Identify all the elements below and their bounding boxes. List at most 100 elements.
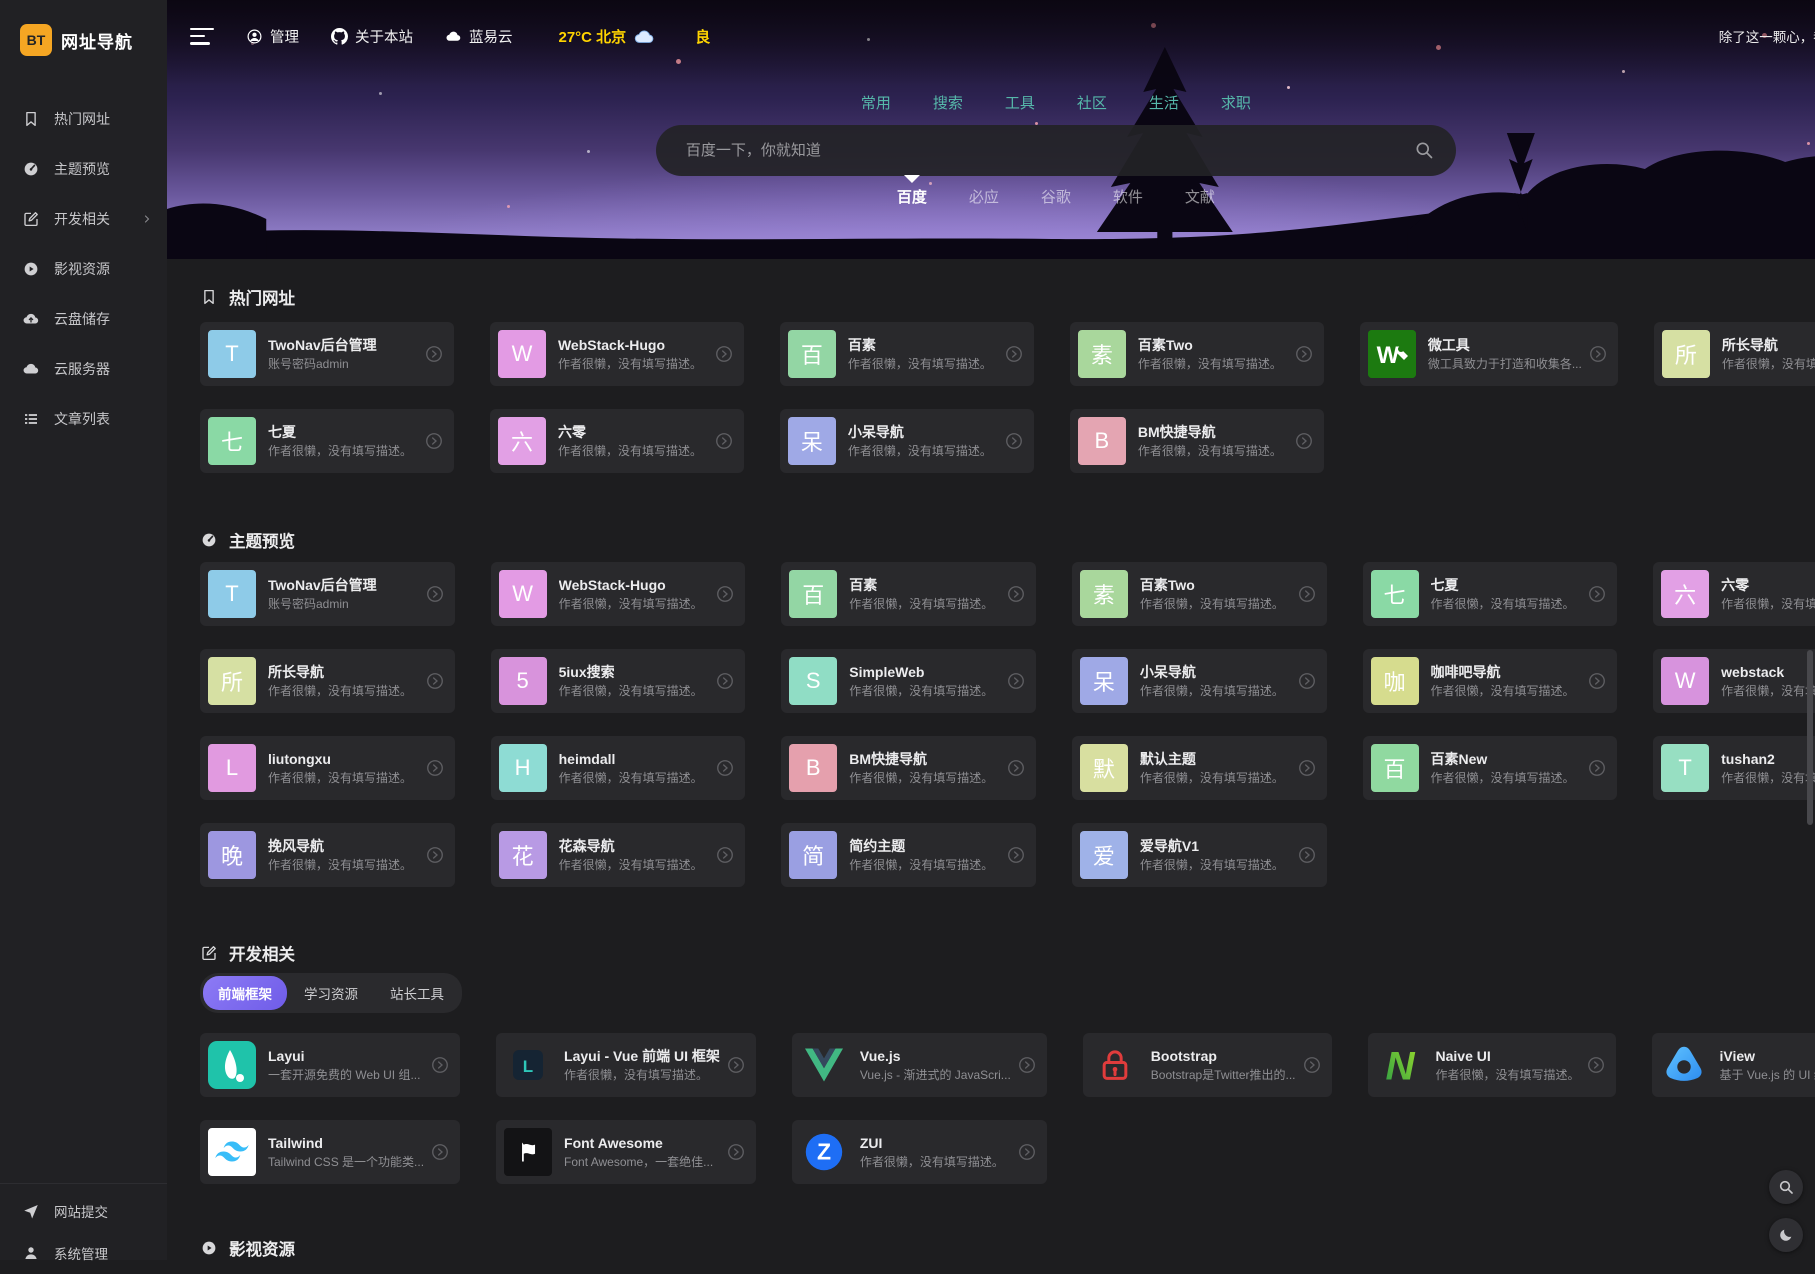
open-link-icon[interactable] [430,1055,450,1075]
open-link-icon[interactable] [726,1055,746,1075]
site-card[interactable]: LLayui - Vue 前端 UI 框架作者很懒，没有填写描述。 [496,1033,756,1097]
site-card[interactable]: BootstrapBootstrap是Twitter推出的... [1083,1033,1332,1097]
site-card[interactable]: WWebStack-Hugo作者很懒，没有填写描述。 [490,322,744,386]
dev-tab-前端框架[interactable]: 前端框架 [203,976,287,1010]
topbar-item-管理[interactable]: 管理 [246,26,299,47]
site-card[interactable]: Lliutongxu作者很懒，没有填写描述。 [200,736,455,800]
open-link-icon[interactable] [424,431,444,451]
site-card[interactable]: BBM快捷导航作者很懒，没有填写描述。 [1070,409,1324,473]
site-card[interactable]: 百百素New作者很懒，没有填写描述。 [1363,736,1618,800]
site-card[interactable]: 六六零作者很懒，没有填写描述。 [1653,562,1815,626]
open-link-icon[interactable] [1006,758,1026,778]
engine-tab-文献[interactable]: 文献 [1185,186,1215,207]
site-card[interactable]: 晚挽风导航作者很懒，没有填写描述。 [200,823,455,887]
open-link-icon[interactable] [1297,584,1317,604]
site-card[interactable]: 默默认主题作者很懒，没有填写描述。 [1072,736,1327,800]
open-link-icon[interactable] [726,1142,746,1162]
open-link-icon[interactable] [1587,584,1607,604]
open-link-icon[interactable] [715,845,735,865]
sidebar-item-主题预览[interactable]: 主题预览 [0,144,167,194]
site-card[interactable]: NNaive UI作者很懒，没有填写描述。 [1368,1033,1616,1097]
open-link-icon[interactable] [1297,671,1317,691]
site-card[interactable]: TTwoNav后台管理账号密码admin [200,562,455,626]
open-link-icon[interactable] [430,1142,450,1162]
open-link-icon[interactable] [714,344,734,364]
site-card[interactable]: TailwindTailwind CSS 是一个功能类... [200,1120,460,1184]
site-card[interactable]: Vue.jsVue.js - 渐进式的 JavaScri... [792,1033,1047,1097]
open-link-icon[interactable] [424,344,444,364]
sidebar-item-开发相关[interactable]: 开发相关 [0,194,167,244]
site-card[interactable]: Hheimdall作者很懒，没有填写描述。 [491,736,746,800]
topbar-item-蓝易云[interactable]: 蓝易云 [445,26,513,47]
category-tab-搜索[interactable]: 搜索 [933,92,963,113]
site-card[interactable]: TTwoNav后台管理账号密码admin [200,322,454,386]
open-link-icon[interactable] [715,584,735,604]
open-link-icon[interactable] [1004,344,1024,364]
open-link-icon[interactable] [425,758,445,778]
engine-tab-百度[interactable]: 百度 [897,186,927,207]
site-card[interactable]: 素百素Two作者很懒，没有填写描述。 [1072,562,1327,626]
site-card[interactable]: 所所长导航作者很懒，没有填写描述。 [200,649,455,713]
open-link-icon[interactable] [425,671,445,691]
site-card[interactable]: WWebStack-Hugo作者很懒，没有填写描述。 [491,562,746,626]
open-link-icon[interactable] [1297,758,1317,778]
site-card[interactable]: Wwebstack作者很懒，没有填写描述。 [1653,649,1815,713]
open-link-icon[interactable] [1006,845,1026,865]
sidebar-item-影视资源[interactable]: 影视资源 [0,244,167,294]
sidebar-item-网站提交[interactable]: 网站提交 [0,1190,167,1232]
dark-mode-button[interactable] [1769,1218,1803,1252]
site-card[interactable]: iView基于 Vue.js 的 UI 组件库，... [1652,1033,1815,1097]
open-link-icon[interactable] [1587,758,1607,778]
site-card[interactable]: SSimpleWeb作者很懒，没有填写描述。 [781,649,1036,713]
category-tab-常用[interactable]: 常用 [861,92,891,113]
open-link-icon[interactable] [1006,671,1026,691]
scrollbar-thumb[interactable] [1807,650,1813,825]
site-card[interactable]: 呆小呆导航作者很懒，没有填写描述。 [1072,649,1327,713]
site-card[interactable]: Font AwesomeFont Awesome，一套绝佳... [496,1120,756,1184]
site-card[interactable]: 所所长导航作者很懒，没有填写描述。 [1654,322,1815,386]
site-card[interactable]: 百百素作者很懒，没有填写描述。 [780,322,1034,386]
open-link-icon[interactable] [1294,344,1314,364]
hamburger-menu-icon[interactable] [190,28,214,45]
site-card[interactable]: 花花森导航作者很懒，没有填写描述。 [491,823,746,887]
open-link-icon[interactable] [1588,344,1608,364]
open-link-icon[interactable] [1297,845,1317,865]
open-link-icon[interactable] [714,431,734,451]
open-link-icon[interactable] [425,584,445,604]
site-card[interactable]: Layui一套开源免费的 Web UI 组... [200,1033,460,1097]
brand[interactable]: BT 网址导航 [0,0,167,80]
site-card[interactable]: 七七夏作者很懒，没有填写描述。 [200,409,454,473]
sidebar-item-文章列表[interactable]: 文章列表 [0,394,167,444]
open-link-icon[interactable] [1294,431,1314,451]
site-card[interactable]: 爱爱导航V1作者很懒，没有填写描述。 [1072,823,1327,887]
site-card[interactable]: ZZUI作者很懒，没有填写描述。 [792,1120,1047,1184]
site-card[interactable]: 简简约主题作者很懒，没有填写描述。 [781,823,1036,887]
dev-tab-站长工具[interactable]: 站长工具 [375,976,459,1010]
search-submit-icon[interactable] [1414,140,1434,160]
engine-tab-必应[interactable]: 必应 [969,186,999,207]
site-card[interactable]: Ttushan2作者很懒，没有填写描述。 [1653,736,1815,800]
site-card[interactable]: 百百素作者很懒，没有填写描述。 [781,562,1036,626]
open-link-icon[interactable] [715,671,735,691]
open-link-icon[interactable] [715,758,735,778]
site-card[interactable]: BBM快捷导航作者很懒，没有填写描述。 [781,736,1036,800]
open-link-icon[interactable] [1586,1055,1606,1075]
open-link-icon[interactable] [1587,671,1607,691]
category-tab-社区[interactable]: 社区 [1077,92,1107,113]
site-card[interactable]: 七七夏作者很懒，没有填写描述。 [1363,562,1618,626]
dev-tab-学习资源[interactable]: 学习资源 [289,976,373,1010]
open-link-icon[interactable] [1006,584,1026,604]
category-tab-求职[interactable]: 求职 [1221,92,1251,113]
sidebar-item-云服务器[interactable]: 云服务器 [0,344,167,394]
search-input[interactable] [656,125,1456,176]
open-link-icon[interactable] [1017,1142,1037,1162]
open-link-icon[interactable] [425,845,445,865]
site-card[interactable]: 素百素Two作者很懒，没有填写描述。 [1070,322,1324,386]
open-link-icon[interactable] [1017,1055,1037,1075]
site-card[interactable]: 咖咖啡吧导航作者很懒，没有填写描述。 [1363,649,1618,713]
sidebar-item-系统管理[interactable]: 系统管理 [0,1232,167,1274]
open-link-icon[interactable] [1302,1055,1322,1075]
site-card[interactable]: 55iux搜索作者很懒，没有填写描述。 [491,649,746,713]
topbar-item-关于本站[interactable]: 关于本站 [331,26,413,47]
site-card[interactable]: 呆小呆导航作者很懒，没有填写描述。 [780,409,1034,473]
